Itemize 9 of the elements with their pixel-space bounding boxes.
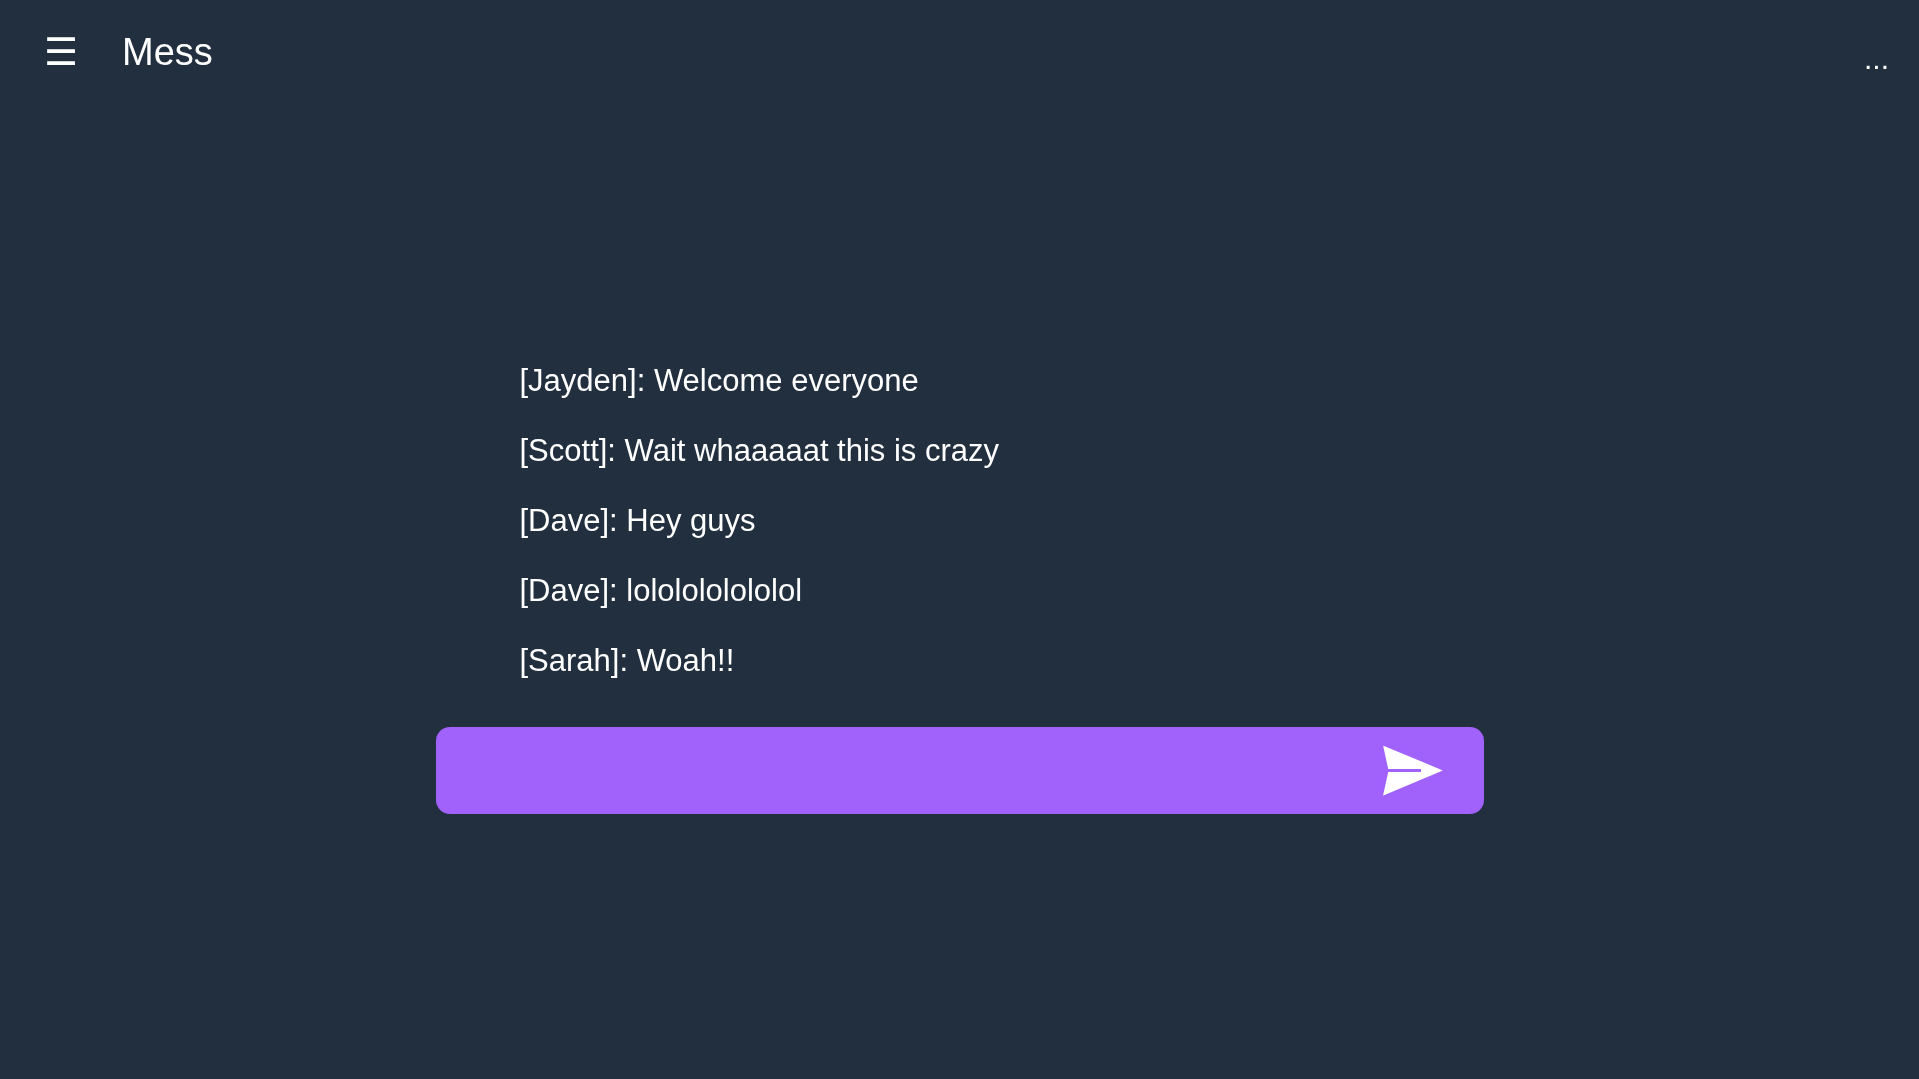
chat-message: [Sarah]: Woah!! xyxy=(519,642,736,680)
menu-button[interactable]: ☰ xyxy=(44,33,79,71)
app-title: Mess xyxy=(122,30,213,74)
message-input[interactable] xyxy=(435,727,1484,814)
chat-message: [Dave]: lololololololol xyxy=(519,572,804,610)
chat-message: [Jayden]: Welcome everyone xyxy=(519,362,920,400)
chat-message: [Scott]: Wait whaaaaat this is crazy xyxy=(519,432,1001,470)
more-button[interactable]: ... xyxy=(1864,42,1889,76)
chat-message: [Dave]: Hey guys xyxy=(519,502,757,540)
